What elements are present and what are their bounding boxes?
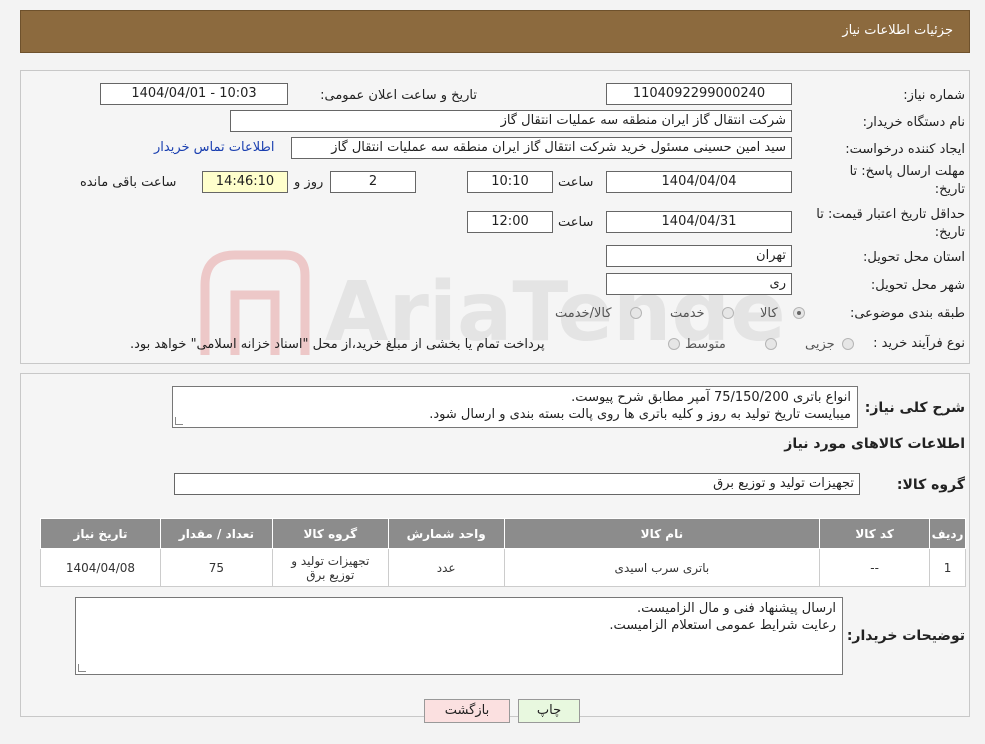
announce-label: تاریخ و ساعت اعلان عمومی: bbox=[320, 88, 477, 103]
deadline-time-field: 10:10 bbox=[467, 171, 553, 193]
category-both-label: کالا/خدمت bbox=[555, 306, 612, 321]
category-radio-both[interactable] bbox=[630, 307, 642, 319]
deadline-label-date: تاریخ: bbox=[934, 182, 965, 197]
remaining-label: ساعت باقی مانده bbox=[80, 175, 177, 190]
print-button[interactable]: چاپ bbox=[518, 699, 580, 723]
goods-section-title: اطلاعات کالاهای مورد نیاز bbox=[784, 436, 965, 452]
description-textarea[interactable]: انواع باتری 75/150/200 آمپر مطابق شرح پی… bbox=[172, 386, 858, 428]
category-radio-service[interactable] bbox=[722, 307, 734, 319]
city-field: ری bbox=[606, 273, 792, 295]
resize-handle-icon[interactable] bbox=[78, 664, 86, 672]
description-line-2: میبایست تاریخ تولید به روز و کلیه باتری … bbox=[429, 407, 851, 422]
validity-label-date: تاریخ: bbox=[934, 225, 965, 240]
cell-unit: عدد bbox=[387, 548, 505, 587]
category-goods-label: کالا bbox=[760, 306, 778, 321]
province-label: استان محل تحویل: bbox=[863, 250, 965, 265]
validity-label: حداقل تاریخ اعتبار قیمت: تا bbox=[816, 207, 965, 222]
buyer-notes-line-2: رعایت شرایط عمومی استعلام الزامیست. bbox=[609, 618, 836, 633]
contact-buyer-link[interactable]: اطلاعات تماس خریدار bbox=[154, 140, 274, 155]
buyer-org-label: نام دستگاه خریدار: bbox=[862, 115, 965, 130]
cell-group: تجهیزات تولید و توزیع برق bbox=[271, 548, 389, 587]
col-group: گروه کالا bbox=[271, 518, 389, 549]
days-field: 2 bbox=[330, 171, 416, 193]
page-header: جزئیات اطلاعات نیاز bbox=[20, 10, 970, 53]
description-line-1: انواع باتری 75/150/200 آمپر مطابق شرح پی… bbox=[571, 390, 851, 405]
validity-time-field: 12:00 bbox=[467, 211, 553, 233]
province-field: تهران bbox=[606, 245, 792, 267]
days-label: روز و bbox=[294, 175, 324, 190]
col-qty: تعداد / مقدار bbox=[159, 518, 273, 549]
buyer-org-field: شرکت انتقال گاز ایران منطقه سه عملیات ان… bbox=[230, 110, 792, 132]
goods-table-header: ردیف کد کالا نام کالا واحد شمارش گروه کا… bbox=[40, 518, 966, 549]
resize-handle-icon[interactable] bbox=[175, 417, 183, 425]
purchase-radio-medium[interactable] bbox=[765, 338, 777, 350]
need-number-field: 1104092299000240 bbox=[606, 83, 792, 105]
col-unit: واحد شمارش bbox=[387, 518, 505, 549]
need-number-label: شماره نیاز: bbox=[903, 88, 965, 103]
back-button[interactable]: بازگشت bbox=[424, 699, 510, 723]
cell-name: باتری سرب اسیدی bbox=[503, 548, 821, 587]
cell-group-line-2: توزیع برق bbox=[306, 567, 355, 582]
remaining-time-field: 14:46:10 bbox=[202, 171, 288, 193]
col-row: ردیف bbox=[929, 518, 966, 549]
category-service-label: خدمت bbox=[670, 306, 705, 321]
goods-group-field: تجهیزات تولید و توزیع برق bbox=[174, 473, 860, 495]
goods-group-label: گروه کالا: bbox=[896, 477, 965, 493]
purchase-medium-label: متوسط bbox=[685, 337, 726, 352]
creator-label: ایجاد کننده درخواست: bbox=[845, 142, 965, 157]
deadline-label: مهلت ارسال پاسخ: تا bbox=[849, 164, 965, 179]
payment-treasury-checkbox[interactable] bbox=[668, 338, 680, 350]
buyer-notes-line-1: ارسال پیشنهاد فنی و مال الزامیست. bbox=[636, 601, 836, 616]
cell-group-line-1: تجهیزات تولید و bbox=[291, 553, 370, 568]
category-radio-goods[interactable] bbox=[793, 307, 805, 319]
buyer-notes-label: توضیحات خریدار: bbox=[846, 628, 965, 644]
cell-code: -- bbox=[819, 548, 931, 587]
purchase-minor-label: جزیی bbox=[805, 337, 835, 352]
buyer-notes-textarea[interactable]: ارسال پیشنهاد فنی و مال الزامیست. رعایت … bbox=[75, 597, 843, 675]
validity-time-label: ساعت bbox=[558, 215, 594, 230]
col-date: تاریخ نیاز bbox=[40, 518, 161, 549]
description-label: شرح کلی نیاز: bbox=[864, 400, 965, 416]
city-label: شهر محل تحویل: bbox=[870, 278, 965, 293]
goods-table: ردیف کد کالا نام کالا واحد شمارش گروه کا… bbox=[40, 518, 966, 587]
deadline-date-field: 1404/04/04 bbox=[606, 171, 792, 193]
cell-qty: 75 bbox=[159, 548, 273, 587]
col-code: کد کالا bbox=[819, 518, 931, 549]
announce-field: 1404/04/01 - 10:03 bbox=[100, 83, 288, 105]
payment-note: پرداخت تمام یا بخشی از مبلغ خرید،از محل … bbox=[130, 337, 545, 352]
deadline-time-label: ساعت bbox=[558, 175, 594, 190]
creator-field: سید امین حسینی مسئول خرید شرکت انتقال گا… bbox=[291, 137, 792, 159]
purchase-radio-minor[interactable] bbox=[842, 338, 854, 350]
purchase-type-label: نوع فرآیند خرید : bbox=[873, 336, 965, 351]
cell-row: 1 bbox=[929, 548, 966, 587]
validity-date-field: 1404/04/31 bbox=[606, 211, 792, 233]
col-name: نام کالا bbox=[503, 518, 821, 549]
table-row: 1 -- باتری سرب اسیدی عدد تجهیزات تولید و… bbox=[40, 548, 966, 587]
page-title: جزئیات اطلاعات نیاز bbox=[842, 23, 953, 38]
category-label: طبقه بندی موضوعی: bbox=[849, 306, 965, 321]
cell-date: 1404/04/08 bbox=[40, 548, 161, 587]
